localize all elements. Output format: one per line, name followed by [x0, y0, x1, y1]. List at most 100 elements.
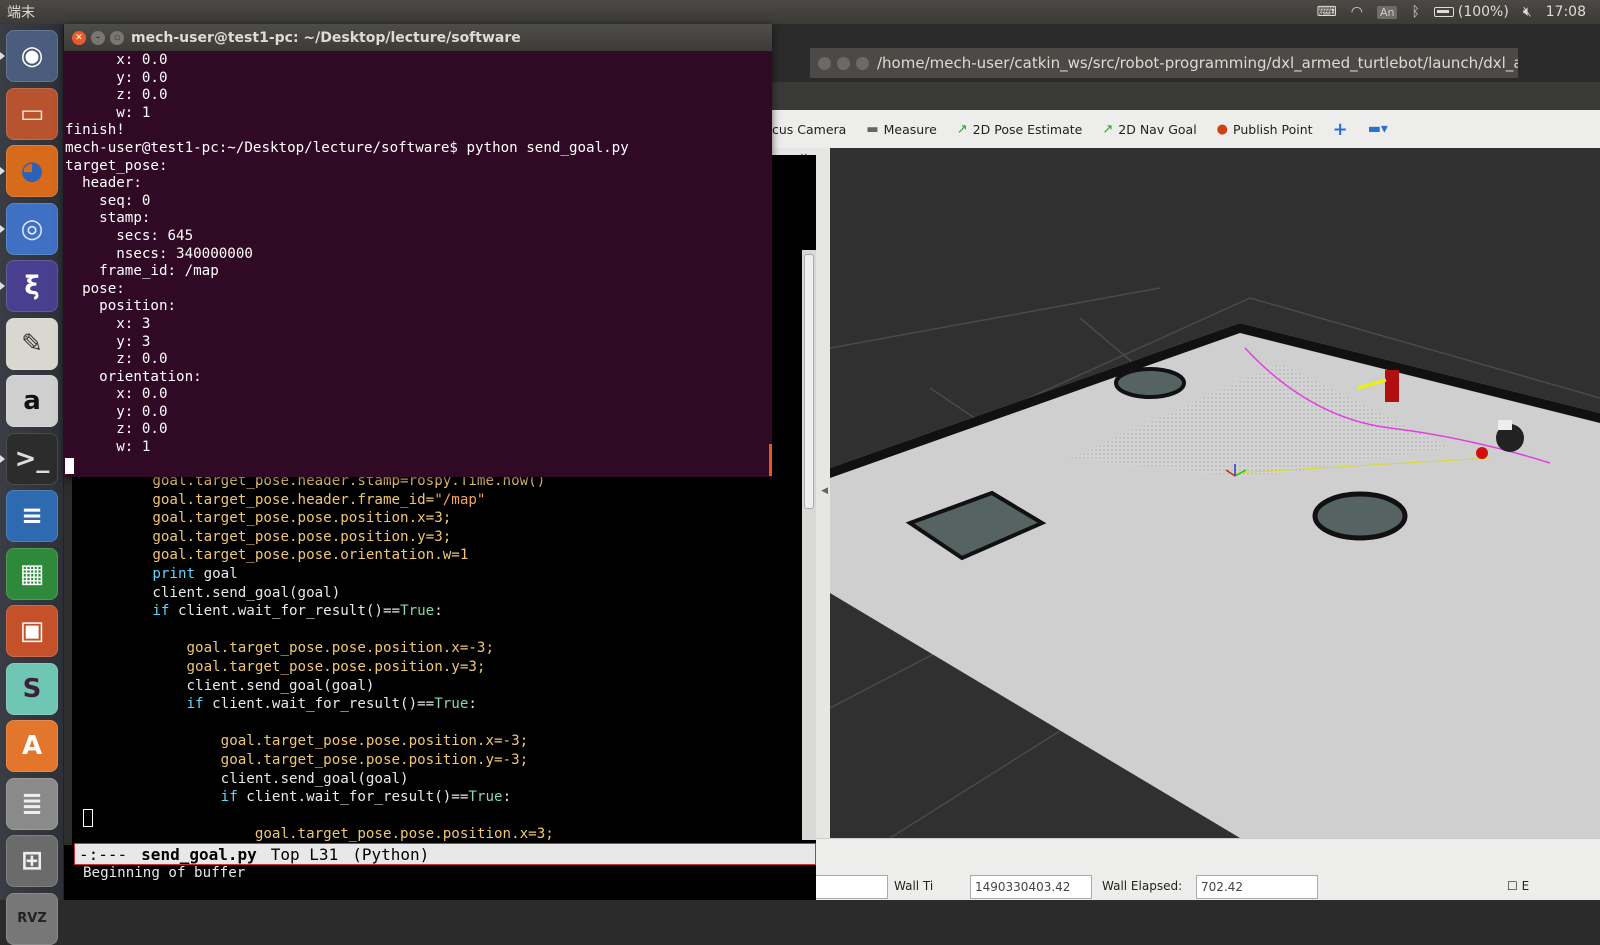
text-editor-icon: ✎: [21, 328, 43, 359]
code-line: print goal: [84, 565, 796, 584]
volume-muted-icon[interactable]: 🔇︎: [1523, 4, 1532, 20]
remove-tool-icon[interactable]: ▬▾: [1368, 121, 1388, 137]
launcher-system-settings[interactable]: ≣: [6, 777, 58, 830]
software-center-icon: A: [21, 731, 43, 761]
clock[interactable]: 17:08: [1546, 4, 1586, 20]
rviz-time-panel: Wall Ti 1490330403.42 Wall Elapsed: 702.…: [772, 838, 1600, 900]
code-token: goal.target_pose.pose.position.y=3;: [186, 658, 486, 675]
system-settings-icon: ≣: [21, 788, 43, 819]
measure-icon: ▬: [866, 121, 879, 137]
terminal-titlebar[interactable]: ✕ – ▫ mech-user@test1-pc: ~/Desktop/lect…: [64, 24, 772, 51]
wall-elapsed-field[interactable]: 702.42: [1196, 875, 1318, 899]
rviz-3d-viewport[interactable]: [830, 148, 1600, 838]
code-token: :: [434, 603, 443, 620]
terminal-output[interactable]: x: 0.0 y: 0.0 z: 0.0 w: 1 finish! mech-use…: [65, 51, 765, 477]
maximize-icon[interactable]: [856, 56, 869, 70]
tool-measure[interactable]: ▬ Measure: [866, 122, 936, 137]
launcher-firefox[interactable]: ◕: [0, 145, 58, 197]
libreoffice-calc-icon: ▦: [19, 558, 45, 589]
workspaces-icon: ⊞: [21, 846, 43, 876]
maximize-icon[interactable]: ▫: [110, 30, 124, 45]
launcher-chromium[interactable]: ◎: [0, 202, 58, 255]
tool-cus-camera[interactable]: cus Camera: [772, 122, 846, 137]
tool-2d-nav-goal[interactable]: ↗ 2D Nav Goal: [1102, 122, 1196, 137]
obstacle-cylinder: [1312, 491, 1408, 541]
launcher-amazon[interactable]: a: [6, 375, 58, 427]
minimize-icon[interactable]: –: [91, 30, 105, 45]
ubuntu-dash-icon: ◉: [20, 41, 44, 71]
running-indicator: [0, 454, 5, 463]
launcher-emacs[interactable]: ξ: [0, 260, 58, 312]
code-token: goal.target_pose.pose.position.y=-3;: [220, 751, 529, 768]
launcher-slack[interactable]: S: [6, 662, 58, 715]
terminal-scroll-indicator[interactable]: [769, 444, 772, 476]
terminal-line: target_pose:: [65, 157, 168, 174]
tool-2d-pose-estimate[interactable]: ↗ 2D Pose Estimate: [957, 122, 1083, 137]
wall-elapsed-label: Wall Elapsed:: [1102, 879, 1183, 893]
emacs-icon: ξ: [24, 271, 40, 301]
wifi-icon[interactable]: ◠: [1351, 4, 1363, 20]
terminal-line: z: 0.0: [65, 87, 168, 104]
code-line: if client.wait_for_result()==True:: [84, 695, 796, 714]
emacs-scrollbar[interactable]: [802, 250, 816, 840]
wall-time-field[interactable]: 1490330403.42: [970, 875, 1092, 899]
scrollbar-thumb[interactable]: [804, 254, 814, 509]
running-indicator: [0, 224, 5, 233]
terminal-line: x: 3: [65, 315, 151, 332]
launcher-libreoffice-impress[interactable]: ▣: [6, 605, 58, 657]
code-line: client.send_goal(goal): [84, 677, 796, 696]
rviz-toolbar: cus Camera ▬ Measure ↗ 2D Pose Estimate ↗ 2D N…: [772, 110, 1600, 148]
launcher: ◉ ▭ ◕ ◎ ξ ✎ a >_ ≡ ▦ ▣ S A ≣ ⊞ RVZ: [0, 24, 64, 945]
experimental-checkbox[interactable]: ☐ E: [1507, 879, 1529, 893]
add-tool-icon[interactable]: +: [1333, 119, 1348, 140]
launcher-text-editor[interactable]: ✎: [6, 317, 58, 370]
launcher-terminal[interactable]: >_: [0, 432, 58, 485]
close-icon[interactable]: ✕: [72, 30, 86, 45]
code-token: client.wait_for_result()==: [237, 789, 469, 806]
launcher-ubuntu-dash[interactable]: ◉: [0, 30, 58, 82]
rviz-window-titlebar[interactable]: /home/mech-user/catkin_ws/src/robot-prog…: [810, 48, 1518, 78]
rviz-scene: [830, 287, 1600, 838]
pose-estimate-icon: ↗: [956, 121, 968, 137]
launcher-files[interactable]: ▭: [6, 87, 58, 140]
terminal-icon: >_: [14, 443, 50, 474]
minimize-icon[interactable]: [837, 56, 850, 70]
code-token: True: [434, 696, 469, 713]
tool-publish-point[interactable]: ● Publish Point: [1217, 122, 1313, 137]
terminal-window[interactable]: ✕ – ▫ mech-user@test1-pc: ~/Desktop/lect…: [64, 24, 772, 477]
code-token: goal.target_pose.pose.position.y=3;: [152, 528, 452, 545]
code-token: goal.target_pose.pose.position.x=-3;: [220, 733, 529, 750]
wall-time-label: Wall Ti: [894, 879, 934, 893]
code-line: if client.wait_for_result()==True:: [84, 602, 796, 621]
code-line: goal.target_pose.header.frame_id="/map": [84, 491, 796, 510]
code-line: goal.target_pose.pose.position.y=3;: [84, 658, 796, 677]
emacs-code-area[interactable]: goal.target_pose.header.stamp=rospy.Time…: [84, 472, 796, 844]
launcher-software-center[interactable]: A: [6, 720, 58, 772]
running-indicator: [0, 52, 5, 60]
keyboard-icon[interactable]: ⌨: [1317, 4, 1337, 20]
terminal-line: position:: [65, 298, 177, 315]
input-method-badge[interactable]: An: [1376, 5, 1398, 19]
publish-point-icon: ●: [1216, 121, 1229, 137]
terminal-line: frame_id: /map: [65, 263, 219, 280]
close-icon[interactable]: [818, 56, 831, 70]
collapse-arrow-icon[interactable]: ◀: [821, 486, 828, 496]
terminal-line: mech-user@test1-pc:~/Desktop/lecture/sof…: [65, 139, 629, 156]
code-token: goal.target_pose.pose.orientation.w=1: [152, 547, 469, 564]
battery-indicator[interactable]: (100%): [1433, 4, 1509, 20]
code-token: goal.target_pose.pose.position.x=-3;: [186, 640, 495, 657]
terminal-line: finish!: [65, 122, 125, 139]
amazon-icon: a: [23, 386, 41, 416]
launcher-libreoffice-calc[interactable]: ▦: [6, 547, 58, 600]
bluetooth-icon[interactable]: ᛒ: [1411, 4, 1419, 20]
code-line: goal.target_pose.pose.position.x=3;: [84, 509, 796, 528]
terminal-line: orientation:: [65, 368, 202, 385]
code-line: goal.target_pose.pose.position.x=-3;: [84, 732, 796, 751]
code-token: if: [220, 789, 238, 806]
launcher-libreoffice-writer[interactable]: ≡: [6, 490, 58, 542]
launcher-workspaces[interactable]: ⊞: [6, 835, 58, 887]
code-line: goal.target_pose.pose.position.y=3;: [84, 528, 796, 547]
launcher-rviz[interactable]: RVZ: [6, 892, 58, 945]
terminal-line: y: 3: [65, 333, 151, 350]
